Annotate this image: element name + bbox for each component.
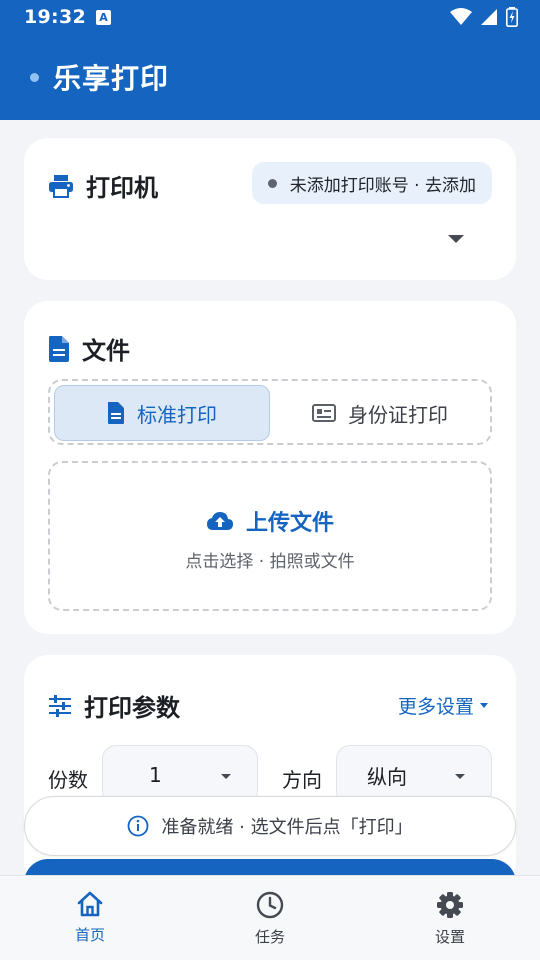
file-card: 文件 标准打印 身份证打印 上传文件 点击选择 · 拍照或文件 bbox=[24, 301, 516, 634]
nav-settings[interactable]: 设置 bbox=[360, 876, 540, 960]
nav-tasks[interactable]: 任务 bbox=[180, 876, 360, 960]
upload-subtitle: 点击选择 · 拍照或文件 bbox=[185, 552, 355, 572]
print-mode-toggle: 标准打印 身份证打印 bbox=[48, 379, 492, 445]
more-settings-link[interactable]: 更多设置 bbox=[398, 692, 488, 719]
copies-label: 份数 bbox=[48, 768, 88, 792]
status-time: 19:32 bbox=[24, 6, 86, 28]
status-bar: 19:32 A bbox=[0, 0, 540, 34]
gear-icon bbox=[436, 891, 464, 919]
battery-icon bbox=[506, 7, 518, 27]
cloud-upload-icon bbox=[206, 511, 234, 531]
status-icons bbox=[450, 7, 518, 27]
copies-value: 1 bbox=[149, 763, 162, 787]
orientation-label: 方向 bbox=[282, 768, 322, 792]
orientation-value: 纵向 bbox=[367, 764, 407, 789]
upload-title: 上传文件 bbox=[245, 511, 334, 536]
id-card-print-button[interactable]: 身份证打印 bbox=[272, 385, 488, 441]
file-card-header: 文件 bbox=[48, 331, 130, 366]
id-card-icon bbox=[312, 404, 336, 422]
document-icon bbox=[107, 402, 125, 424]
params-card-header: 打印参数 bbox=[48, 688, 180, 723]
printer-icon bbox=[48, 174, 74, 198]
sliders-icon bbox=[48, 694, 72, 717]
account-status-pill[interactable]: 未添加打印账号 · 去添加 bbox=[251, 162, 492, 204]
standard-print-button[interactable]: 标准打印 bbox=[54, 385, 270, 441]
printer-card-title: 打印机 bbox=[86, 174, 158, 202]
signal-icon bbox=[481, 9, 497, 25]
home-icon bbox=[76, 891, 104, 917]
printer-card: 打印机 未添加打印账号 · 去添加 bbox=[24, 138, 516, 280]
printer-dropdown-arrow-icon[interactable] bbox=[448, 235, 464, 243]
nav-settings-label: 设置 bbox=[434, 928, 465, 946]
printer-card-header: 打印机 bbox=[48, 168, 158, 203]
more-settings-label: 更多设置 bbox=[397, 696, 474, 718]
nav-home[interactable]: 首页 bbox=[0, 876, 180, 960]
nav-home-label: 首页 bbox=[74, 926, 105, 944]
notification-a-icon: A bbox=[95, 9, 111, 25]
wifi-icon bbox=[450, 8, 472, 25]
chevron-down-icon bbox=[221, 774, 231, 779]
app-dot-icon bbox=[30, 72, 39, 82]
params-card-title: 打印参数 bbox=[84, 694, 180, 722]
info-icon bbox=[127, 815, 149, 837]
document-icon bbox=[48, 335, 70, 362]
upload-area[interactable]: 上传文件 点击选择 · 拍照或文件 bbox=[48, 461, 492, 611]
app-bar: 乐享打印 bbox=[0, 34, 540, 120]
app-title: 乐享打印 bbox=[53, 62, 170, 95]
caret-down-icon bbox=[480, 703, 488, 708]
file-card-title: 文件 bbox=[82, 337, 130, 365]
standard-print-label: 标准打印 bbox=[137, 402, 217, 427]
status-message-text: 准备就绪 · 选文件后点「打印」 bbox=[161, 817, 413, 838]
chevron-down-icon bbox=[455, 774, 465, 779]
account-status-text: 未添加打印账号 · 去添加 bbox=[289, 175, 476, 196]
nav-tasks-label: 任务 bbox=[254, 928, 285, 946]
status-message-pill: 准备就绪 · 选文件后点「打印」 bbox=[24, 796, 516, 856]
status-dot-icon bbox=[267, 178, 277, 188]
bottom-navigation: 首页 任务 设置 bbox=[0, 875, 540, 960]
upload-title-row: 上传文件 bbox=[50, 505, 490, 537]
clock-icon bbox=[256, 891, 284, 919]
id-card-print-label: 身份证打印 bbox=[348, 402, 448, 427]
